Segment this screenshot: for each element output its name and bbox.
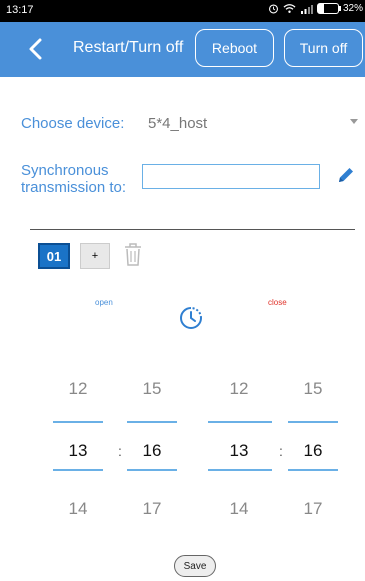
dropdown-arrow-icon[interactable] bbox=[350, 119, 358, 124]
save-button[interactable]: Save bbox=[174, 555, 216, 577]
device-label: Choose device: bbox=[21, 115, 125, 132]
open-label: open bbox=[95, 298, 113, 307]
close-hour-selected[interactable]: 13 bbox=[214, 441, 264, 461]
open-hour-prev[interactable]: 12 bbox=[53, 379, 103, 399]
picker-line bbox=[127, 421, 177, 423]
picker-line bbox=[288, 469, 338, 471]
time-separator: : bbox=[118, 443, 122, 459]
time-separator: : bbox=[279, 443, 283, 459]
open-minute-selected[interactable]: 16 bbox=[127, 441, 177, 461]
close-minute-selected[interactable]: 16 bbox=[288, 441, 338, 461]
picker-line bbox=[208, 469, 272, 471]
device-select[interactable]: 5*4_host bbox=[148, 115, 207, 132]
back-arrow-icon[interactable] bbox=[26, 36, 46, 62]
app-bar: Restart/Turn off Reboot Turn off bbox=[0, 22, 365, 77]
alarm-icon bbox=[268, 4, 278, 14]
close-minute-next[interactable]: 17 bbox=[288, 499, 338, 519]
sync-label: Synchronous transmission to: bbox=[21, 162, 126, 196]
close-label: close bbox=[268, 298, 287, 307]
status-time: 13:17 bbox=[6, 4, 34, 16]
signal-icon bbox=[300, 4, 313, 14]
add-timer-button[interactable]: + bbox=[80, 243, 110, 269]
battery-icon bbox=[316, 3, 341, 14]
timer-clock-icon bbox=[180, 307, 202, 329]
wifi-icon bbox=[283, 4, 296, 13]
open-minute-prev[interactable]: 15 bbox=[127, 379, 177, 399]
picker-line bbox=[208, 421, 272, 423]
open-hour-next[interactable]: 14 bbox=[53, 499, 103, 519]
page-title: Restart/Turn off bbox=[73, 39, 184, 56]
open-hour-selected[interactable]: 13 bbox=[53, 441, 103, 461]
close-hour-prev[interactable]: 12 bbox=[214, 379, 264, 399]
battery-percent: 32% bbox=[342, 3, 363, 14]
sync-target-input[interactable] bbox=[142, 164, 320, 189]
turn-off-button[interactable]: Turn off bbox=[284, 29, 363, 67]
picker-line bbox=[127, 469, 177, 471]
sync-label-line2: transmission to: bbox=[21, 179, 127, 196]
status-icons: 32% bbox=[268, 3, 363, 14]
picker-line bbox=[53, 469, 103, 471]
status-bar: 13:17 32% bbox=[0, 0, 365, 22]
sync-label-line1: Synchronous bbox=[21, 162, 109, 179]
timer-tab-01[interactable]: 01 bbox=[38, 243, 70, 269]
pencil-icon[interactable] bbox=[336, 165, 356, 185]
divider bbox=[30, 229, 355, 230]
picker-line bbox=[288, 421, 338, 423]
reboot-button[interactable]: Reboot bbox=[195, 29, 274, 67]
close-hour-next[interactable]: 14 bbox=[214, 499, 264, 519]
open-minute-next[interactable]: 17 bbox=[127, 499, 177, 519]
picker-line bbox=[53, 421, 103, 423]
close-minute-prev[interactable]: 15 bbox=[288, 379, 338, 399]
trash-icon[interactable] bbox=[123, 240, 143, 268]
